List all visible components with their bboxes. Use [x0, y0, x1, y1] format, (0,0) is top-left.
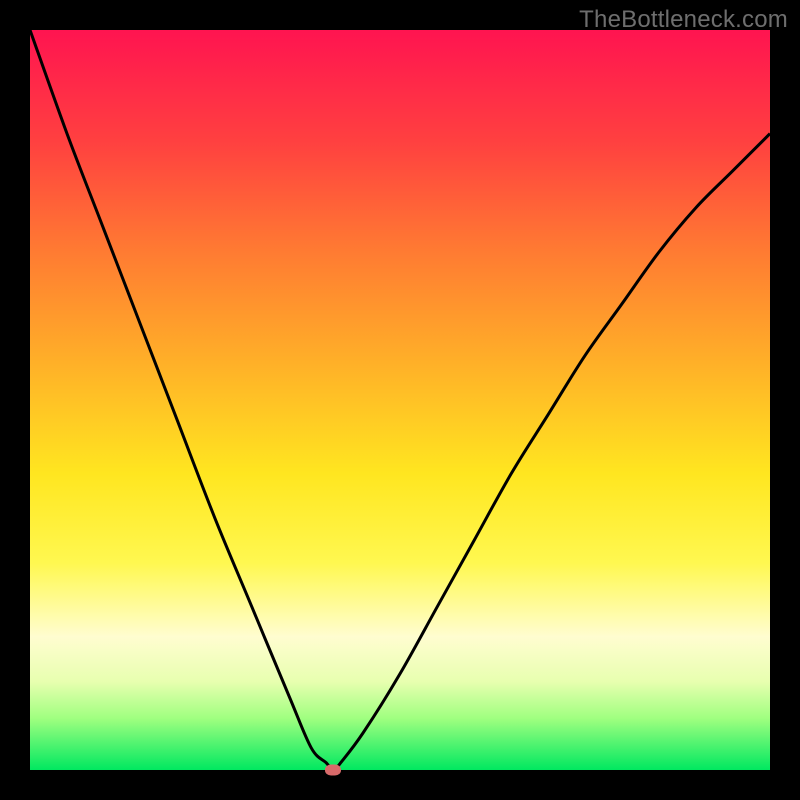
optimal-marker — [325, 765, 341, 776]
curve-line — [30, 30, 770, 770]
watermark-text: TheBottleneck.com — [579, 6, 788, 34]
bottleneck-curve — [30, 30, 770, 770]
chart-area — [30, 30, 770, 770]
